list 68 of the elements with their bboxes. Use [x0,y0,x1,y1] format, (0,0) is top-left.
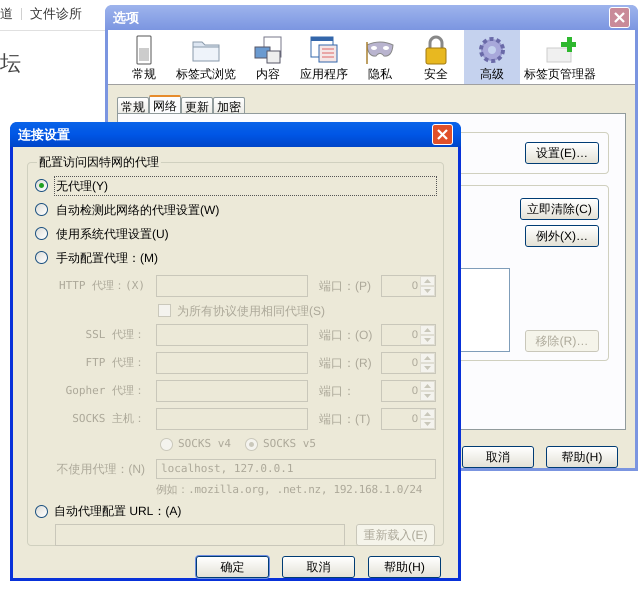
toolbar-button[interactable]: 隐私 [352,30,408,84]
port-label: 端口：(T) [319,411,372,428]
close-button[interactable] [432,124,453,145]
button[interactable]: 取消 [282,556,355,578]
input-field[interactable] [156,380,308,402]
toolbar-button[interactable]: 常规 [116,30,172,84]
close-icon [437,129,448,140]
window-title: 选项 [113,8,139,27]
button[interactable]: 确定 [196,556,269,578]
radio-label: 无代理(Y) [54,176,437,196]
checkbox-label: 为所有协议使用相同代理(S) [177,302,325,320]
close-icon [614,12,625,23]
input-field[interactable] [156,352,308,374]
radio-label: 自动代理配置 URL：(A) [54,503,182,520]
toolbar-button[interactable]: 应用程序 [296,30,352,84]
input-field[interactable] [55,524,345,546]
nav-link[interactable]: 文件诊所 [30,4,82,24]
radio-button[interactable] [35,504,48,518]
radio-label: 手动配置代理：(M) [55,250,159,266]
radio-label: 使用系统代理设置(U) [55,226,170,242]
input-field[interactable] [156,324,308,346]
subtab[interactable]: 常规 [117,97,149,113]
toolbar-button[interactable]: 内容 [240,30,296,84]
toolbar-button[interactable]: 标签页管理器 [520,30,600,84]
button[interactable]: 设置(E)… [525,142,599,164]
group-label: 配置访问因特网的代理 [38,154,160,171]
subtab[interactable]: 加密 [213,97,245,113]
field-label: HTTP 代理：(X) [58,278,145,294]
radio-button[interactable] [35,227,48,240]
subtab[interactable]: 更新 [181,97,213,113]
button[interactable]: 例外(X)… [525,225,599,247]
button[interactable]: 帮助(H) [546,446,618,468]
hint-text: 例如：.mozilla.org, .net.nz, 192.168.1.0/24 [155,482,424,498]
toolbar-button[interactable]: 安全 [408,30,464,84]
spin-arrows-icon[interactable] [420,353,435,373]
field-label: FTP 代理： [84,354,145,371]
dialog-title: 连接设置 [18,126,70,144]
page-icon [252,34,284,66]
field-label: SOCKS 主机： [71,410,145,427]
port-label: 端口： [319,383,356,400]
field-label: 不使用代理：(N) [55,461,145,478]
field-label: SSL 代理： [84,326,145,343]
radio-button[interactable] [35,179,48,192]
port-label: 端口：(P) [319,278,372,295]
page-heading: 坛 [0,51,21,77]
toolbar-button[interactable]: 高级 [464,30,520,84]
input-field[interactable] [156,408,308,430]
spin-arrows-icon[interactable] [420,276,435,296]
radio-label: SOCKS v5 [262,436,316,452]
spin-arrows-icon[interactable] [420,409,435,429]
button[interactable]: 立即清除(C) [520,198,599,220]
input-field[interactable] [156,275,308,297]
gear-icon [476,34,508,66]
nav-link[interactable]: 道 [0,4,13,24]
radio-button[interactable] [35,251,48,264]
radio-label: SOCKS v4 [178,436,231,452]
button[interactable]: 取消 [462,446,534,468]
button[interactable]: 帮助(H) [368,556,441,578]
port-label: 端口：(O) [319,327,374,344]
port-label: 端口：(R) [319,355,373,372]
spin-arrows-icon[interactable] [420,325,435,345]
spin-arrows-icon[interactable] [420,381,435,401]
subtab[interactable]: 网络 [149,95,181,113]
toolbar-button[interactable]: 标签式浏览 [172,30,240,84]
field-label: Gopher 代理： [64,382,145,399]
close-button[interactable] [609,7,630,28]
radio-button[interactable] [35,203,48,216]
radio-label: 自动检测此网络的代理设置(W) [55,202,220,218]
